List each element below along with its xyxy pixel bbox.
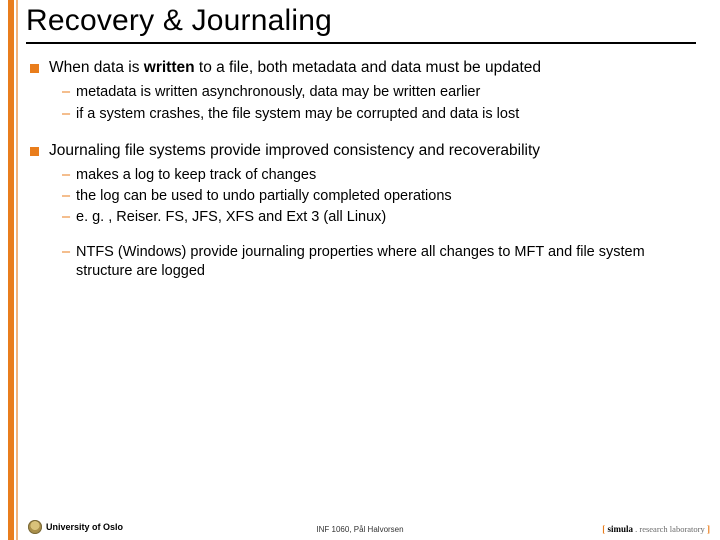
footer-center: INF 1060, Pål Halvorsen xyxy=(316,525,403,534)
sub-text: if a system crashes, the file system may… xyxy=(76,105,695,123)
slide: Recovery & Journaling When data is writt… xyxy=(0,0,720,540)
bullet-item: When data is written to a file, both met… xyxy=(30,58,695,77)
footer: University of Oslo INF 1060, Pål Halvors… xyxy=(0,516,720,540)
bullet-bold: written xyxy=(144,59,195,76)
sub-list: –makes a log to keep track of changes –t… xyxy=(62,166,695,280)
sub-item: –if a system crashes, the file system ma… xyxy=(62,105,695,123)
title-rule xyxy=(26,42,696,44)
sub-item: –makes a log to keep track of changes xyxy=(62,166,695,184)
dash-icon: – xyxy=(62,83,76,101)
sub-item: –metadata is written asynchronously, dat… xyxy=(62,83,695,101)
bullet-item: Journaling file systems provide improved… xyxy=(30,141,695,160)
dash-icon: – xyxy=(62,243,76,279)
bullet-text: When data is written to a file, both met… xyxy=(49,58,695,77)
slide-body: When data is written to a file, both met… xyxy=(30,58,695,298)
square-bullet-icon xyxy=(30,147,39,156)
sub-item: –NTFS (Windows) provide journaling prope… xyxy=(62,243,695,279)
simula-name: simula xyxy=(607,524,633,534)
bullet-pre: When data is xyxy=(49,59,144,76)
footer-left: University of Oslo xyxy=(28,520,123,534)
sub-item: –the log can be used to undo partially c… xyxy=(62,187,695,205)
sub-text: the log can be used to undo partially co… xyxy=(76,187,695,205)
footer-right: [ simula . research laboratory ] xyxy=(602,524,710,534)
bracket-close: ] xyxy=(705,524,710,534)
slide-title: Recovery & Journaling xyxy=(26,4,332,38)
accent-bar xyxy=(8,0,14,540)
dash-icon: – xyxy=(62,208,76,226)
sub-text: metadata is written asynchronously, data… xyxy=(76,83,695,101)
accent-bar-inner xyxy=(16,0,18,540)
bullet-post: to a file, both metadata and data must b… xyxy=(195,59,541,76)
dash-icon: – xyxy=(62,105,76,123)
bullet-text: Journaling file systems provide improved… xyxy=(49,141,695,160)
sub-text: NTFS (Windows) provide journaling proper… xyxy=(76,243,695,279)
bullet-pre: Journaling file systems provide improved… xyxy=(49,142,540,159)
dash-icon: – xyxy=(62,187,76,205)
sub-text: e. g. , Reiser. FS, JFS, XFS and Ext 3 (… xyxy=(76,208,695,226)
sub-gap xyxy=(62,229,695,243)
simula-lab: research laboratory xyxy=(639,524,704,534)
uio-logo-icon xyxy=(28,520,42,534)
sub-list: –metadata is written asynchronously, dat… xyxy=(62,83,695,122)
sub-text: makes a log to keep track of changes xyxy=(76,166,695,184)
footer-left-text: University of Oslo xyxy=(46,522,123,532)
sub-item: –e. g. , Reiser. FS, JFS, XFS and Ext 3 … xyxy=(62,208,695,226)
dash-icon: – xyxy=(62,166,76,184)
square-bullet-icon xyxy=(30,64,39,73)
